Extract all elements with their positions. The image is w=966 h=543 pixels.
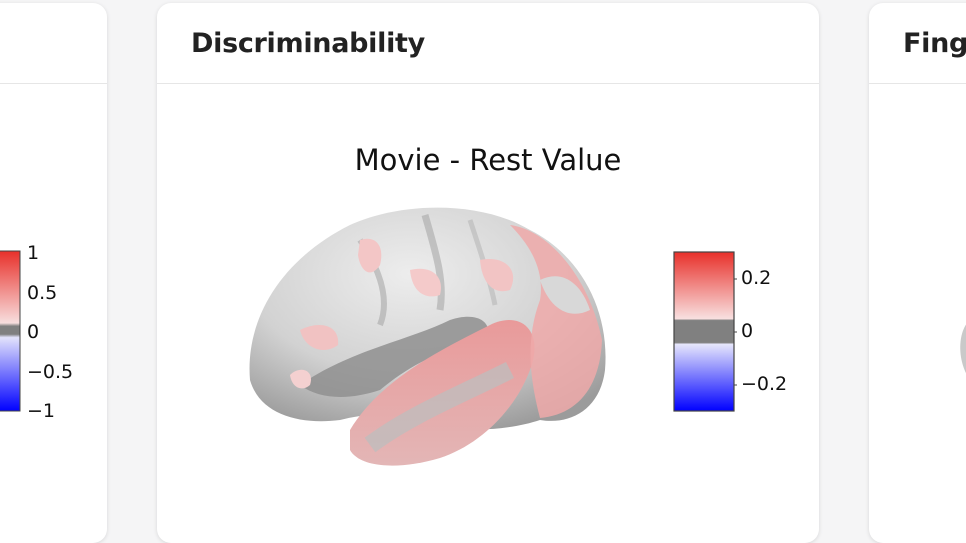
left-tick-4: −0.5 [27,361,74,383]
card-header: Discriminability [157,3,819,84]
right-card-title: Finge [903,27,966,59]
left-tick-3: 0 [27,321,40,343]
left-tick-1: 1 [27,242,40,264]
colorbar-tick-pos: 0.2 [741,267,772,289]
colorbar [673,251,737,412]
left-colorbar [0,250,21,412]
card-title: Discriminability [191,27,425,59]
colorbar-tick-neg: −0.2 [741,373,788,395]
brain-surface-plot [249,207,606,466]
right-card: Finge [869,3,966,543]
left-tick-5: −1 [27,400,56,422]
plot-title: Movie - Rest Value [354,143,622,177]
left-tick-2: 0.5 [27,282,58,304]
colorbar-tick-zero: 0 [741,320,754,342]
right-plot-fragment [960,324,966,374]
right-card-header: Finge [869,3,966,84]
left-card-header [0,3,107,84]
